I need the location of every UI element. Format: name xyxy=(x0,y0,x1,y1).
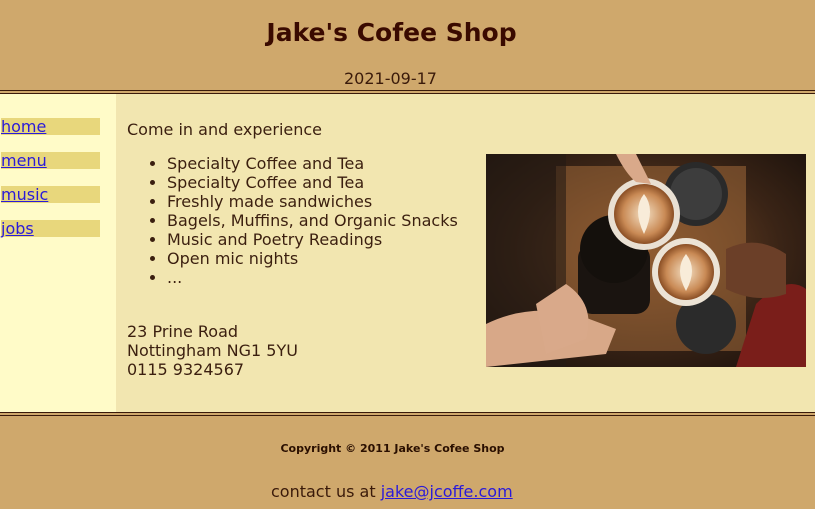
coffee-photo-illustration xyxy=(486,154,806,367)
sidebar-item-music[interactable]: music xyxy=(1,186,100,203)
sidebar-item-menu[interactable]: menu xyxy=(1,152,100,169)
sidebar-link-jobs[interactable]: jobs xyxy=(1,219,34,238)
page-title: Jake's Cofee Shop xyxy=(0,18,815,47)
header: Jake's Cofee Shop 2021-09-17 xyxy=(0,0,815,90)
page-title-text: Jake's Cofee Shop xyxy=(266,18,517,47)
sidebar-link-menu[interactable]: menu xyxy=(1,151,47,170)
footer-divider xyxy=(0,412,815,413)
sidebar-link-music[interactable]: music xyxy=(1,185,48,204)
list-item: Specialty Coffee and Tea xyxy=(167,154,467,173)
intro-text: Come in and experience xyxy=(127,120,323,139)
address-city: Nottingham NG1 5YU xyxy=(127,341,298,360)
sidebar: home menu music jobs xyxy=(0,94,116,412)
list-item: ... xyxy=(167,268,467,287)
copyright-text: Copyright © 2011 Jake's Cofee Shop xyxy=(280,442,505,455)
email-link[interactable]: jake@jcoffe.com xyxy=(381,482,513,501)
header-divider xyxy=(0,90,815,91)
main-content: Come in and experience Specialty Coffee … xyxy=(116,94,815,412)
list-item: Freshly made sandwiches xyxy=(167,192,467,211)
coffee-cups-photo xyxy=(486,154,806,367)
list-item: Specialty Coffee and Tea xyxy=(167,173,467,192)
contact-prefix: contact us at xyxy=(271,482,376,501)
contact-line: contact us at jake@jcoffe.com xyxy=(271,482,513,501)
header-date: 2021-09-17 xyxy=(344,69,437,88)
copyright: Copyright © 2011 Jake's Cofee Shop xyxy=(0,442,815,455)
sidebar-item-home[interactable]: home xyxy=(1,118,100,135)
address-street: 23 Prine Road xyxy=(127,322,239,341)
sidebar-item-jobs[interactable]: jobs xyxy=(1,220,100,237)
sidebar-link-home[interactable]: home xyxy=(1,117,46,136)
footer: Copyright © 2011 Jake's Cofee Shop conta… xyxy=(0,416,815,509)
list-item: Music and Poetry Readings xyxy=(167,230,467,249)
list-item: Bagels, Muffins, and Organic Snacks xyxy=(167,211,467,230)
list-item: Open mic nights xyxy=(167,249,467,268)
feature-list: Specialty Coffee and Tea Specialty Coffe… xyxy=(127,154,467,287)
address-phone: 0115 9324567 xyxy=(127,360,245,379)
address-block: 23 Prine Road Nottingham NG1 5YU 0115 93… xyxy=(127,322,298,379)
